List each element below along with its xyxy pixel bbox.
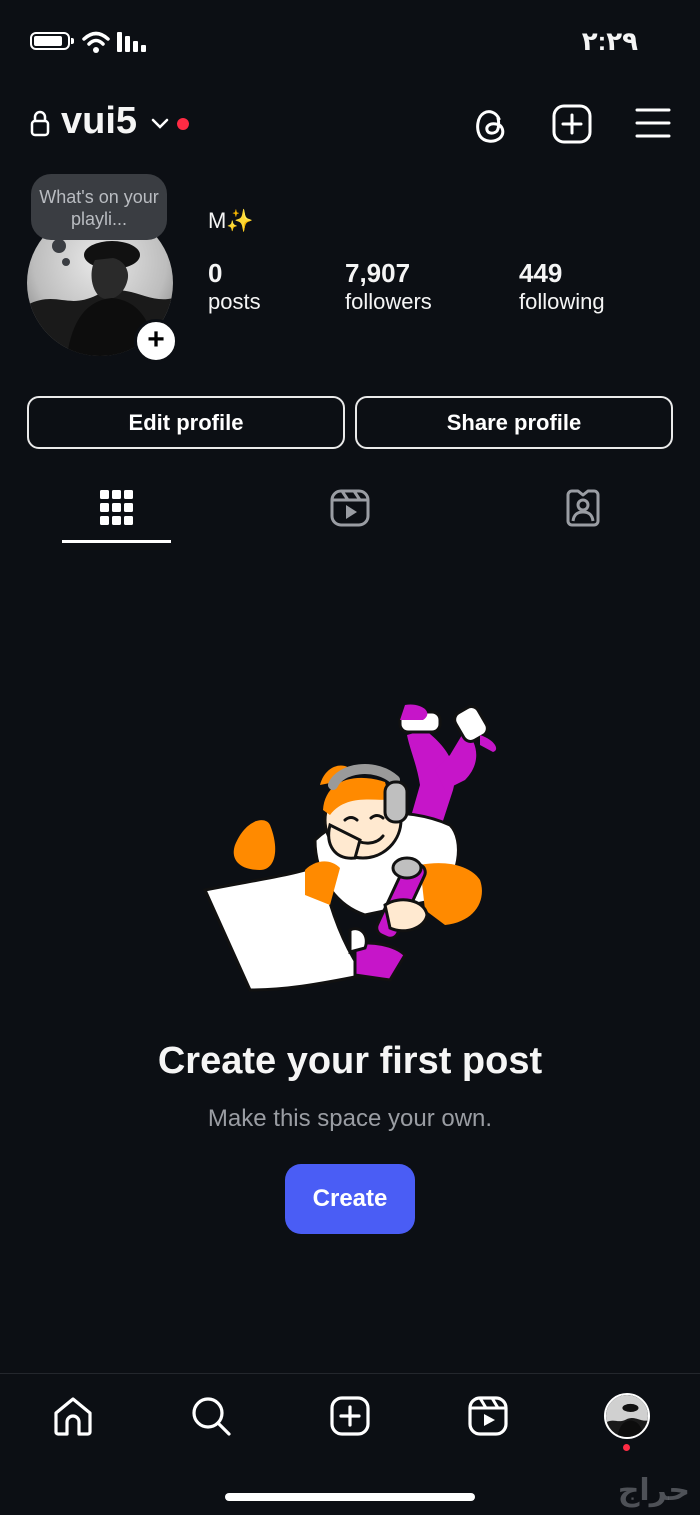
create-post-illustration (202, 704, 497, 992)
home-indicator[interactable] (225, 1493, 475, 1501)
stat-posts-value: 0 (208, 258, 223, 288)
nav-divider (0, 1373, 700, 1374)
svg-text:حراج: حراج (618, 1473, 690, 1508)
signal-icon (117, 32, 146, 52)
tab-tagged-icon[interactable] (564, 489, 602, 527)
tab-active-indicator (62, 540, 171, 543)
wifi-icon (82, 31, 110, 53)
stat-posts-label: posts (208, 289, 261, 314)
lock-icon (30, 110, 50, 137)
stat-followers-label: followers (345, 289, 432, 314)
note-bubble-dot-small (62, 258, 70, 266)
chevron-down-icon[interactable] (150, 117, 170, 131)
note-bubble[interactable]: What's on your playli... (31, 174, 167, 240)
search-icon[interactable] (190, 1395, 232, 1437)
profile-nav-avatar[interactable] (604, 1393, 650, 1439)
tab-grid-icon[interactable] (100, 490, 134, 526)
create-nav-icon[interactable] (329, 1395, 371, 1437)
empty-state-subtitle: Make this space your own. (207, 1105, 493, 1132)
tab-reels-icon[interactable] (330, 489, 370, 527)
haraj-watermark-logo: حراج (618, 1473, 690, 1508)
display-name: M✨ (208, 208, 254, 233)
share-profile-button[interactable]: Share profile (355, 396, 673, 449)
stat-following[interactable]: 449 following (519, 258, 605, 315)
add-story-button[interactable]: + (134, 319, 178, 363)
stat-following-value: 449 (519, 258, 563, 288)
stat-followers-value: 7,907 (345, 258, 411, 288)
note-bubble-dot (52, 239, 66, 253)
threads-icon[interactable] (472, 105, 510, 145)
status-time: ٢:٢٩ (581, 26, 638, 56)
home-icon[interactable] (52, 1395, 94, 1437)
empty-state-title: Create your first post (157, 1040, 543, 1082)
stat-following-label: following (519, 289, 605, 314)
create-post-button[interactable]: Create (285, 1164, 415, 1234)
stat-posts[interactable]: 0 posts (208, 258, 261, 315)
reels-nav-icon[interactable] (467, 1395, 509, 1437)
profile-notification-dot (623, 1444, 630, 1451)
menu-icon[interactable] (635, 107, 671, 139)
stat-followers[interactable]: 7,907 followers (345, 258, 432, 315)
username-switcher[interactable]: vui5 (61, 100, 137, 143)
new-post-icon[interactable] (552, 104, 592, 144)
edit-profile-button[interactable]: Edit profile (27, 396, 345, 449)
battery-icon (30, 32, 74, 50)
notification-dot (177, 118, 189, 130)
